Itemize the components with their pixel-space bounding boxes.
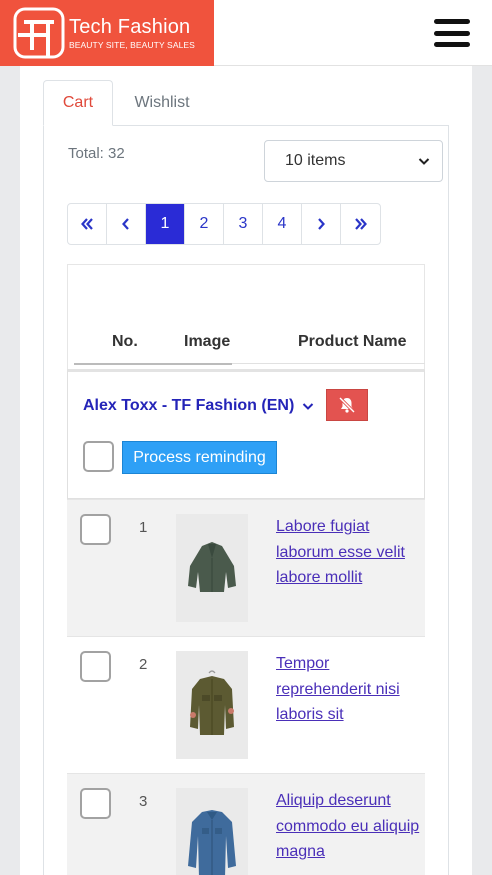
row-select-checkbox[interactable] [80,514,111,545]
header-underline [74,363,232,365]
chevron-right-icon [318,218,325,230]
menu-bar [434,19,470,24]
table-header: No. Image Product Name [67,264,425,370]
page-prev-button[interactable] [107,204,146,244]
column-header-product-name: Product Name [298,333,407,350]
chevron-down-icon [418,158,430,165]
row-number: 3 [139,793,148,810]
product-image[interactable] [176,514,248,622]
page-size-value: 10 items [285,152,346,169]
brand-title: Tech Fashion [69,15,191,38]
product-name-link[interactable]: Aliquip deserunt commodo eu aliquip magn… [276,788,421,865]
row-number: 1 [139,519,148,536]
chevron-left-icon [122,218,129,230]
page-next-button[interactable] [302,204,341,244]
menu-bar [434,30,470,36]
shirt-image-icon [188,810,236,875]
cart-table: No. Image Product Name Alex Toxx - TF Fa… [67,264,425,875]
table-row: 2 Tempor reprehenderit nisi laboris sit [67,636,425,773]
page-size-select[interactable]: 10 items [264,140,443,182]
jacket-image-icon [188,542,236,592]
mute-reminder-button[interactable] [326,389,368,421]
table-row: 3 Aliquip deserunt commodo eu aliquip ma… [67,773,425,875]
jacket-image-icon [190,670,234,735]
logo-text: Tech Fashion BEAUTY SITE, BEAUTY SALES [69,16,195,51]
tab-bar: Cart Wishlist [43,80,449,126]
total-count: Total: 32 [68,145,125,162]
page-last-button[interactable] [341,204,380,244]
brand-logo[interactable]: Tech Fashion BEAUTY SITE, BEAUTY SALES [0,0,214,66]
column-header-image: Image [184,333,231,350]
column-header-no: No. [112,333,138,350]
page-1-button[interactable]: 1 [146,204,185,244]
process-reminding-button[interactable]: Process reminding [122,441,277,474]
row-select-checkbox[interactable] [80,788,111,819]
customer-group-name: Alex Toxx - TF Fashion (EN) [83,397,295,414]
page-first-button[interactable] [68,204,107,244]
customer-group-toggle[interactable]: Alex Toxx - TF Fashion (EN) [83,397,314,415]
product-image[interactable] [176,651,248,759]
product-name-link[interactable]: Tempor reprehenderit nisi laboris sit [276,651,421,728]
table-row: 1 Labore fugiat laborum esse velit labor… [67,499,425,636]
page-4-button[interactable]: 4 [263,204,302,244]
product-name-link[interactable]: Labore fugiat laborum esse velit labore … [276,514,421,591]
chevron-down-icon [303,403,314,410]
tab-wishlist[interactable]: Wishlist [113,80,211,126]
main-card: Cart Wishlist Total: 32 10 items 1 2 3 4… [20,66,472,875]
brand-tagline: BEAUTY SITE, BEAUTY SALES [69,39,195,50]
page-3-button[interactable]: 3 [224,204,263,244]
double-chevron-right-icon [354,218,367,230]
page-2-button[interactable]: 2 [185,204,224,244]
tab-cart[interactable]: Cart [43,80,113,126]
double-chevron-left-icon [81,218,93,230]
hamburger-menu-icon[interactable] [434,19,470,47]
menu-bar [434,42,470,47]
row-number: 2 [139,656,148,673]
header-divider [232,363,425,364]
product-image[interactable] [176,788,248,875]
top-navbar: Tech Fashion BEAUTY SITE, BEAUTY SALES [0,0,492,66]
logo-mark-icon [12,6,66,60]
row-select-checkbox[interactable] [80,651,111,682]
pagination: 1 2 3 4 [67,203,381,245]
group-select-checkbox[interactable] [83,441,114,472]
customer-group: Alex Toxx - TF Fashion (EN) Process remi… [67,369,425,499]
bell-slash-icon [338,396,356,414]
